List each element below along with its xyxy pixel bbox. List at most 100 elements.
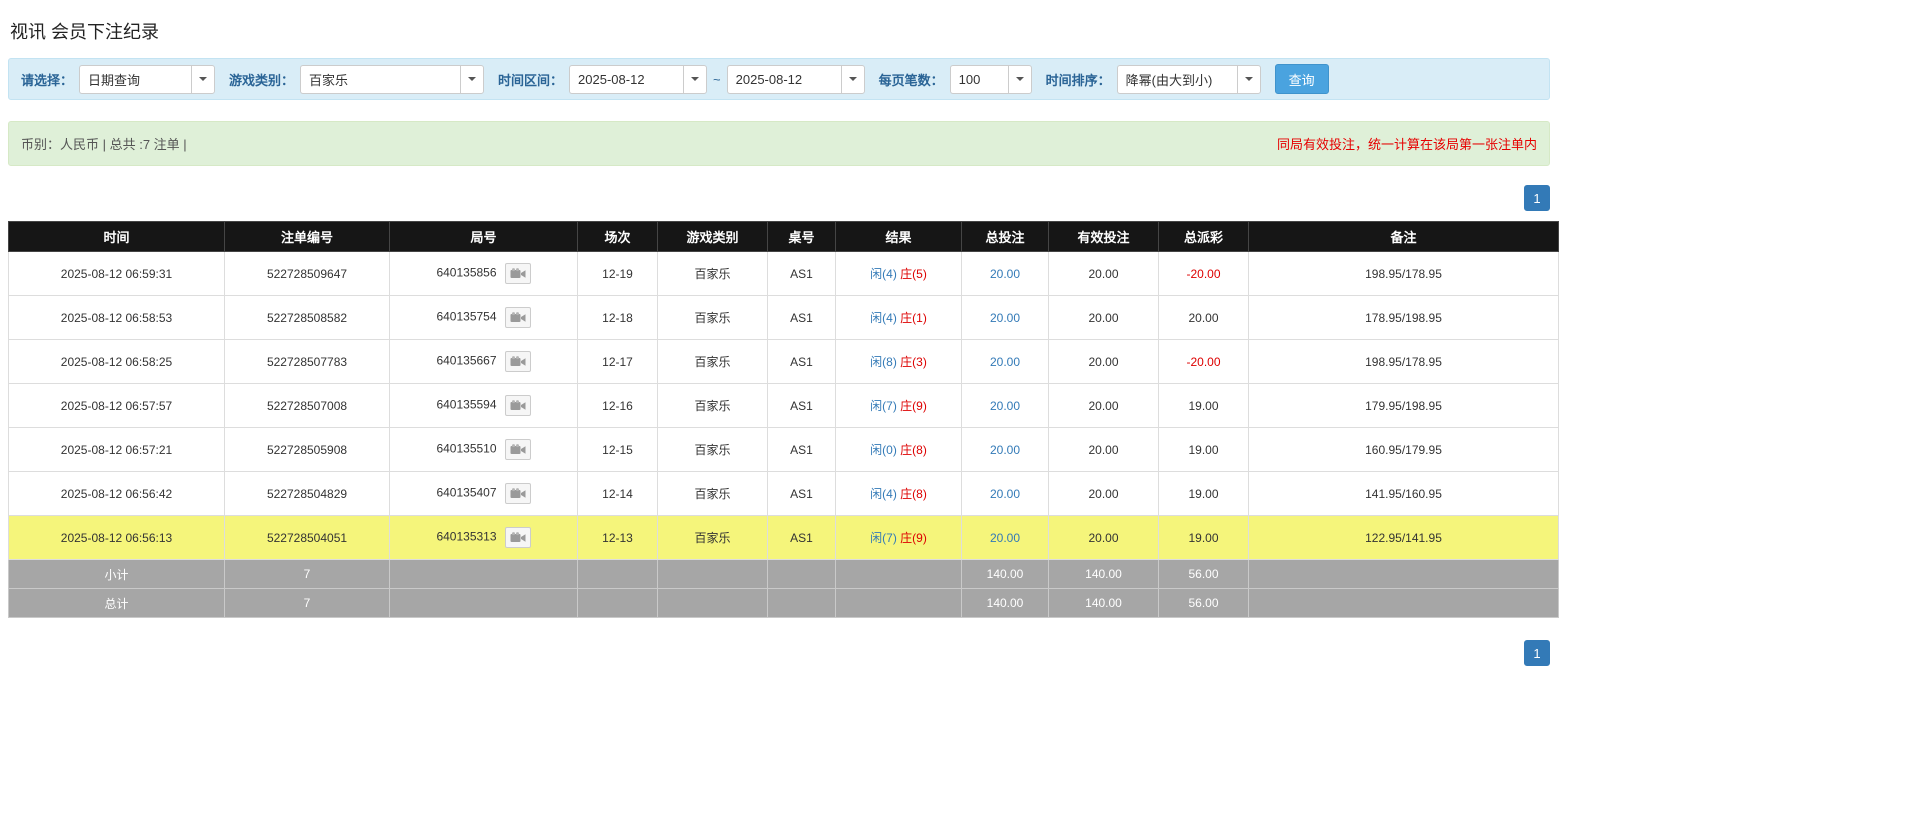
round-number: 640135510 — [436, 442, 496, 456]
cell-round: 640135856 — [390, 252, 578, 296]
cell-game-type: 百家乐 — [658, 252, 768, 296]
cell-session: 12-19 — [578, 252, 658, 296]
result-player: 闲(7) — [870, 399, 897, 413]
caret-glyph — [1245, 77, 1253, 81]
empty-cell — [1249, 589, 1559, 618]
currency-total-text: 币别：人民币 | 总共 :7 注单 | — [21, 134, 187, 153]
chevron-down-icon[interactable] — [1008, 65, 1032, 94]
table-row: 2025-08-12 06:56:42 522728504829 6401354… — [9, 472, 1559, 516]
date-from-input[interactable] — [569, 65, 683, 94]
cell-valid-bet: 20.00 — [1049, 472, 1159, 516]
video-replay-button[interactable] — [505, 527, 531, 548]
result-player: 闲(8) — [870, 355, 897, 369]
video-replay-button[interactable] — [505, 307, 531, 328]
cell-total-bet: 20.00 — [962, 472, 1049, 516]
result-player: 闲(7) — [870, 531, 897, 545]
total-bet-link[interactable]: 20.00 — [990, 399, 1020, 413]
total-bet-link[interactable]: 20.00 — [990, 443, 1020, 457]
cell-table-no: AS1 — [768, 340, 836, 384]
col-header-bet-id: 注单编号 — [225, 222, 390, 252]
sort-order-input[interactable] — [1117, 65, 1237, 94]
subtotal-total-bet: 140.00 — [962, 560, 1049, 589]
cell-round: 640135594 — [390, 384, 578, 428]
page: 视讯 会员下注纪录 请选择： 游戏类别： 时间区间： ~ 每页笔数： 时间排序： — [0, 0, 1558, 684]
total-bet-link[interactable]: 20.00 — [990, 267, 1020, 281]
game-type-combobox — [300, 65, 484, 94]
date-to-combobox — [727, 65, 865, 94]
video-replay-button[interactable] — [505, 263, 531, 284]
cell-note: 198.95/178.95 — [1249, 252, 1559, 296]
page-title: 视讯 会员下注纪录 — [10, 18, 1550, 44]
empty-cell — [836, 560, 962, 589]
caret-glyph — [468, 77, 476, 81]
result-banker: 庄(9) — [900, 531, 927, 545]
col-header-valid-bet: 有效投注 — [1049, 222, 1159, 252]
video-camera-icon — [510, 488, 526, 500]
result-banker: 庄(9) — [900, 399, 927, 413]
chevron-down-icon[interactable] — [460, 65, 484, 94]
cell-table-no: AS1 — [768, 296, 836, 340]
cell-round: 640135667 — [390, 340, 578, 384]
table-row: 2025-08-12 06:58:25 522728507783 6401356… — [9, 340, 1559, 384]
chevron-down-icon[interactable] — [191, 65, 215, 94]
video-replay-button[interactable] — [505, 439, 531, 460]
total-bet-link[interactable]: 20.00 — [990, 355, 1020, 369]
total-total-bet: 140.00 — [962, 589, 1049, 618]
chevron-down-icon[interactable] — [841, 65, 865, 94]
cell-game-type: 百家乐 — [658, 472, 768, 516]
cell-round: 640135510 — [390, 428, 578, 472]
cell-bet-id: 522728509647 — [225, 252, 390, 296]
caret-glyph — [199, 77, 207, 81]
total-bet-link[interactable]: 20.00 — [990, 311, 1020, 325]
cell-total-bet: 20.00 — [962, 516, 1049, 560]
col-header-result: 结果 — [836, 222, 962, 252]
table-row: 2025-08-12 06:57:21 522728505908 6401355… — [9, 428, 1559, 472]
select-type-input[interactable] — [79, 65, 191, 94]
table-summary: 小计 7 140.00 140.00 56.00 总计 7 1 — [9, 560, 1559, 618]
time-range-label: 时间区间： — [498, 70, 563, 89]
cell-total-bet: 20.00 — [962, 340, 1049, 384]
round-number: 640135667 — [436, 354, 496, 368]
valid-bet-notice-text: 同局有效投注，统一计算在该局第一张注单内 — [1277, 134, 1537, 153]
cell-time: 2025-08-12 06:56:13 — [9, 516, 225, 560]
page-number-button[interactable]: 1 — [1524, 185, 1550, 211]
cell-round: 640135313 — [390, 516, 578, 560]
empty-cell — [390, 560, 578, 589]
video-replay-button[interactable] — [505, 351, 531, 372]
cell-valid-bet: 20.00 — [1049, 384, 1159, 428]
total-bet-link[interactable]: 20.00 — [990, 531, 1020, 545]
col-header-time: 时间 — [9, 222, 225, 252]
table-row: 2025-08-12 06:58:53 522728508582 6401357… — [9, 296, 1559, 340]
chevron-down-icon[interactable] — [1237, 65, 1261, 94]
video-replay-button[interactable] — [505, 483, 531, 504]
cell-result: 闲(7) 庄(9) — [836, 516, 962, 560]
subtotal-payout: 56.00 — [1159, 560, 1249, 589]
search-button[interactable]: 查询 — [1275, 64, 1329, 94]
page-size-combobox — [950, 65, 1032, 94]
bet-records-table: 时间 注单编号 局号 场次 游戏类别 桌号 结果 总投注 有效投注 总派彩 备注… — [8, 221, 1559, 618]
video-camera-icon — [510, 268, 526, 280]
result-player: 闲(0) — [870, 443, 897, 457]
cell-note: 141.95/160.95 — [1249, 472, 1559, 516]
chevron-down-icon[interactable] — [683, 65, 707, 94]
cell-result: 闲(8) 庄(3) — [836, 340, 962, 384]
page-number-button[interactable]: 1 — [1524, 640, 1550, 666]
cell-time: 2025-08-12 06:58:25 — [9, 340, 225, 384]
caret-glyph — [691, 77, 699, 81]
video-replay-button[interactable] — [505, 395, 531, 416]
total-bet-link[interactable]: 20.00 — [990, 487, 1020, 501]
subtotal-count: 7 — [225, 560, 390, 589]
cell-round: 640135407 — [390, 472, 578, 516]
cell-time: 2025-08-12 06:59:31 — [9, 252, 225, 296]
table-header-row: 时间 注单编号 局号 场次 游戏类别 桌号 结果 总投注 有效投注 总派彩 备注 — [9, 222, 1559, 252]
cell-bet-id: 522728504829 — [225, 472, 390, 516]
col-header-session: 场次 — [578, 222, 658, 252]
cell-valid-bet: 20.00 — [1049, 252, 1159, 296]
page-size-input[interactable] — [950, 65, 1008, 94]
date-to-input[interactable] — [727, 65, 841, 94]
result-player: 闲(4) — [870, 311, 897, 325]
table-row: 2025-08-12 06:57:57 522728507008 6401355… — [9, 384, 1559, 428]
game-type-input[interactable] — [300, 65, 460, 94]
cell-payout: 19.00 — [1159, 516, 1249, 560]
cell-result: 闲(4) 庄(1) — [836, 296, 962, 340]
